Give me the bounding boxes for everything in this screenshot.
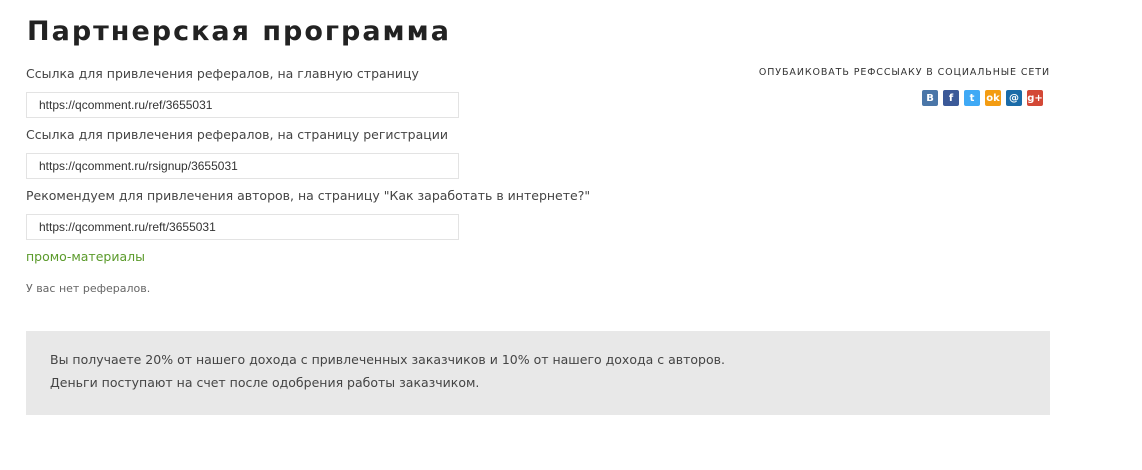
page-title: Партнерская программа <box>27 16 451 47</box>
google-plus-icon[interactable]: g+ <box>1027 90 1043 106</box>
info-box: Вы получаете 20% от нашего дохода с прив… <box>26 331 1050 415</box>
main-page-link-label: Ссылка для привлечения рефералов, на гла… <box>26 66 419 81</box>
signup-page-link-label: Ссылка для привлечения рефералов, на стр… <box>26 127 449 142</box>
info-commission-text: Вы получаете 20% от нашего дохода с прив… <box>50 352 725 367</box>
share-icons: В f t ok @ g+ <box>922 90 1043 106</box>
odnoklassniki-icon[interactable]: ok <box>985 90 1001 106</box>
promo-materials-link[interactable]: промо-материалы <box>26 249 145 264</box>
main-page-link-input[interactable] <box>26 92 459 118</box>
info-payout-text: Деньги поступают на счет после одобрения… <box>50 375 480 390</box>
authors-page-link-input[interactable] <box>26 214 459 240</box>
vkontakte-icon[interactable]: В <box>922 90 938 106</box>
mail-ru-icon[interactable]: @ <box>1006 90 1022 106</box>
authors-page-link-label: Рекомендуем для привлечения авторов, на … <box>26 188 591 203</box>
share-title: ОПУБАИКОВАТЬ РЕФССЫАКУ В СОЦИАЛЬНЫЕ СЕТИ <box>758 67 1050 78</box>
facebook-icon[interactable]: f <box>943 90 959 106</box>
referrals-status: У вас нет рефералов. <box>26 282 151 295</box>
signup-page-link-input[interactable] <box>26 153 459 179</box>
twitter-icon[interactable]: t <box>964 90 980 106</box>
